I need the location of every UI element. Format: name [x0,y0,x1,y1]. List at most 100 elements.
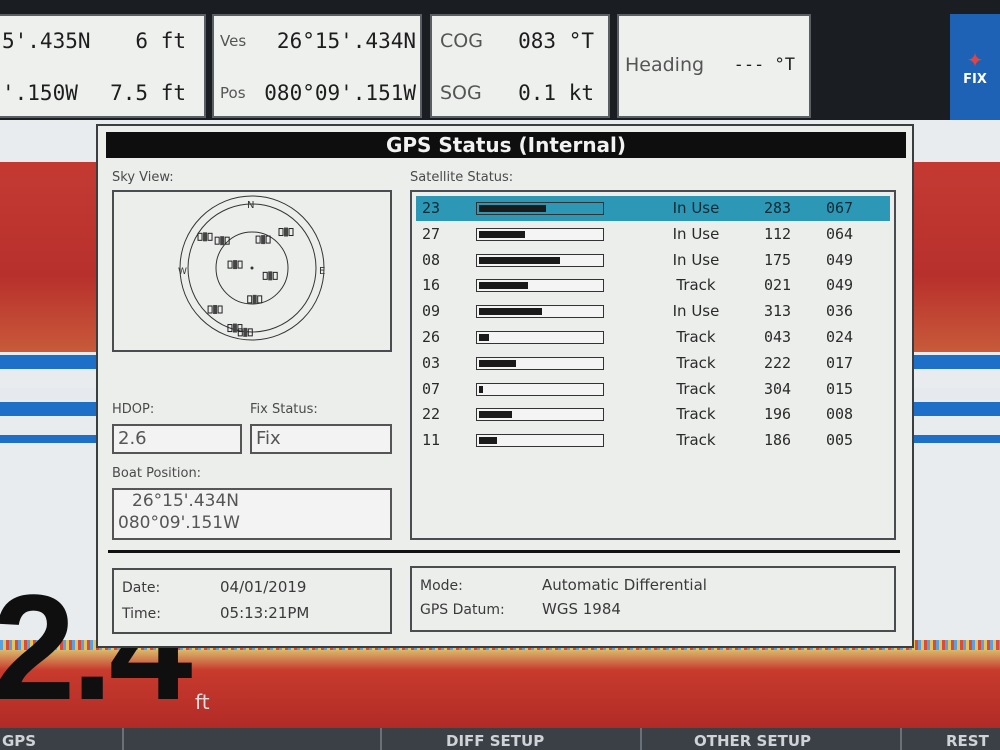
satellite-azimuth: 112 [764,224,792,243]
satellite-id: 26 [422,328,441,346]
signal-strength-fill [479,282,528,290]
softkey-separator [900,728,902,750]
satellite-elevation: 067 [826,199,854,217]
signal-strength-fill [479,230,525,238]
compass-n: N [247,200,254,211]
vessel-position-box[interactable]: Ves 26°15'.434N Pos 080°09'.151W [212,14,422,118]
fix-status-field: Fix [250,424,392,454]
section-divider [108,550,900,553]
satellite-elevation: 008 [826,405,854,424]
satellite-elevation: 024 [826,328,854,346]
satellite-azimuth: 186 [764,431,792,450]
date-label: Date: [122,580,161,596]
signal-strength-fill [479,437,497,445]
satellite-elevation: 049 [826,250,854,269]
satellite-icon [262,271,278,281]
cog-label: COG [440,30,483,52]
satellite-id: 03 [422,353,441,372]
satellite-id: 16 [422,276,441,295]
satellite-azimuth: 021 [764,276,792,295]
satellite-icon [278,227,294,237]
satellite-elevation: 005 [826,431,854,450]
mode-value: Automatic Differential [542,576,707,594]
satellite-row[interactable]: 08 In Use 175 049 [416,248,890,273]
satellite-row[interactable]: 27 In Use 112 064 [416,222,890,247]
pos-label: Pos [220,84,246,102]
signal-strength-fill [479,308,542,316]
gps-fix-indicator[interactable]: ✦ FIX [950,14,1000,120]
time-label: Time: [122,606,161,622]
satellite-row[interactable]: 22 Track 196 008 [416,402,890,427]
signal-strength-bar [476,305,604,319]
satellite-status: In Use [672,302,720,321]
satellite-status: In Use [672,199,720,217]
lon-readout: '.150W [2,81,78,105]
position-box-partial[interactable]: 5'.435N 6 ft '.150W 7.5 ft [0,14,206,118]
signal-strength-bar [476,202,604,215]
satellite-status: Track [676,405,716,424]
satellite-azimuth: 313 [764,302,792,321]
satellite-list[interactable]: 23 In Use 283 067 27 In Use 112 064 08 In Use 175 0… [410,190,896,540]
datum-label: GPS Datum: [420,602,505,618]
satellite-azimuth: 196 [764,405,792,424]
hdop-field: 2.6 [112,424,242,454]
softkey-separator [122,728,124,750]
softkey-bar: GPS DIFF SETUP OTHER SETUP REST [0,728,1000,750]
satellite-id: 08 [422,250,441,269]
satellite-azimuth: 043 [764,328,792,346]
cog-sog-box[interactable]: COG 083 °T SOG 0.1 kt [430,14,610,118]
signal-strength-fill [479,205,546,212]
depth-small-2: 7.5 ft [110,81,186,105]
satellite-row[interactable]: 03 Track 222 017 [416,351,890,376]
satellite-row[interactable]: 07 Track 304 015 [416,377,890,402]
satellite-azimuth: 222 [764,353,792,372]
satellite-azimuth: 304 [764,379,792,398]
satellite-status-label: Satellite Status: [410,170,514,185]
depth-small-1: 6 ft [135,29,186,53]
gps-status-dialog: GPS Status (Internal) Sky View: Satellit… [96,124,914,648]
satellite-row[interactable]: 16 Track 021 049 [416,273,890,298]
satellite-elevation: 036 [826,302,854,321]
compass-w: W [178,267,187,277]
satellite-id: 11 [422,431,441,450]
softkey-reset[interactable]: REST [946,732,989,750]
satellite-row[interactable]: 26 Track 043 024 [416,325,890,350]
softkey-other-setup[interactable]: OTHER SETUP [694,732,811,750]
satellite-row[interactable]: 09 In Use 313 036 [416,299,890,324]
signal-strength-fill [479,334,489,341]
cog-readout: 083 °T [518,29,594,53]
satellite-id: 07 [422,379,441,398]
satellite-row[interactable]: 11 Track 186 005 [416,428,890,453]
softkey-diff-setup[interactable]: DIFF SETUP [446,732,544,750]
boat-position-field: 26°15'.434N 080°09'.151W [112,488,392,540]
satellite-status: Track [676,276,716,295]
satellite-icon [207,304,223,314]
signal-strength-fill [479,359,516,367]
heading-readout: --- °T [733,55,795,75]
signal-strength-bar [476,227,604,241]
heading-label: Heading [625,54,705,76]
date-time-panel: Date: 04/01/2019 Time: 05:13:21PM [112,568,392,634]
signal-strength-fill [479,385,483,393]
compass-e: E [319,266,325,277]
boat-position-label: Boat Position: [112,466,202,481]
satellite-icon [214,236,230,246]
satellite-status: Track [676,379,716,398]
signal-strength-bar [476,253,604,267]
satellite-status: Track [676,353,716,372]
signal-strength-bar [476,408,604,422]
signal-strength-bar [476,434,604,448]
sky-view-label: Sky View: [112,170,174,185]
sog-label: SOG [440,82,482,104]
satellite-status: In Use [672,250,720,269]
satellite-icon [255,235,271,245]
softkey-gps[interactable]: GPS [2,732,36,750]
heading-box[interactable]: Heading --- °T [617,14,811,118]
signal-strength-bar [476,331,604,344]
datum-value: WGS 1984 [542,600,621,618]
satellite-row[interactable]: 23 In Use 283 067 [416,196,890,221]
signal-strength-fill [479,256,560,264]
mode-label: Mode: [420,578,463,594]
satellite-status: Track [676,431,716,450]
satellite-icon [227,260,243,270]
